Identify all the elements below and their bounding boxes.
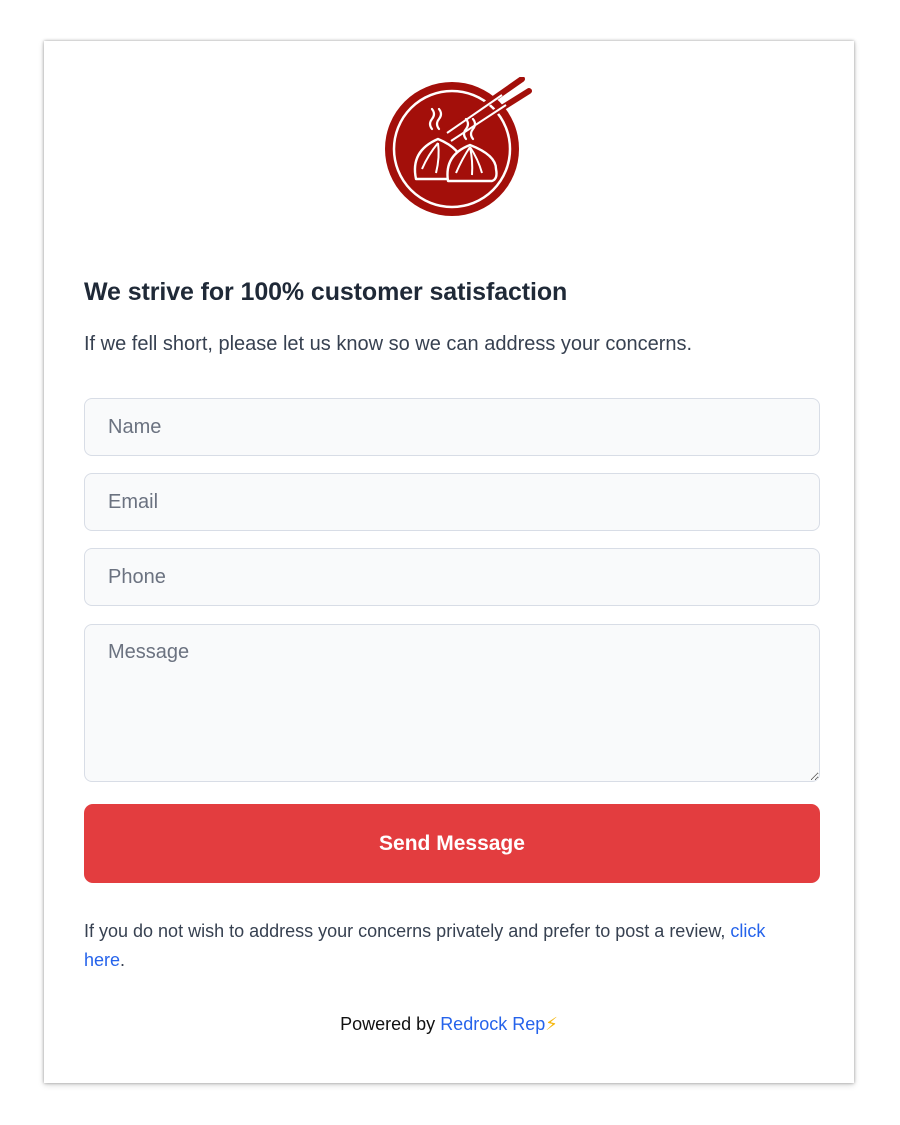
feedback-card: We strive for 100% customer satisfaction…: [44, 41, 854, 1083]
review-note-end: .: [120, 950, 126, 970]
powered-by: Powered by Redrock Rep⚡: [44, 1014, 854, 1035]
review-note: If you do not wish to address your conce…: [84, 917, 784, 975]
message-textarea[interactable]: [84, 624, 820, 782]
lightning-bolt-icon: ⚡: [545, 1014, 558, 1034]
name-input[interactable]: [84, 398, 820, 456]
phone-input[interactable]: [84, 548, 820, 606]
email-input[interactable]: [84, 473, 820, 531]
send-message-button[interactable]: Send Message: [84, 804, 820, 883]
page-title: We strive for 100% customer satisfaction: [84, 278, 568, 306]
page-subtitle: If we fell short, please let us know so …: [84, 333, 693, 355]
dumplings-chopsticks-icon: [385, 77, 532, 216]
review-note-text: If you do not wish to address your conce…: [84, 921, 731, 941]
powered-by-text: Powered by: [340, 1014, 441, 1034]
brand-link[interactable]: Redrock Rep: [440, 1014, 545, 1034]
